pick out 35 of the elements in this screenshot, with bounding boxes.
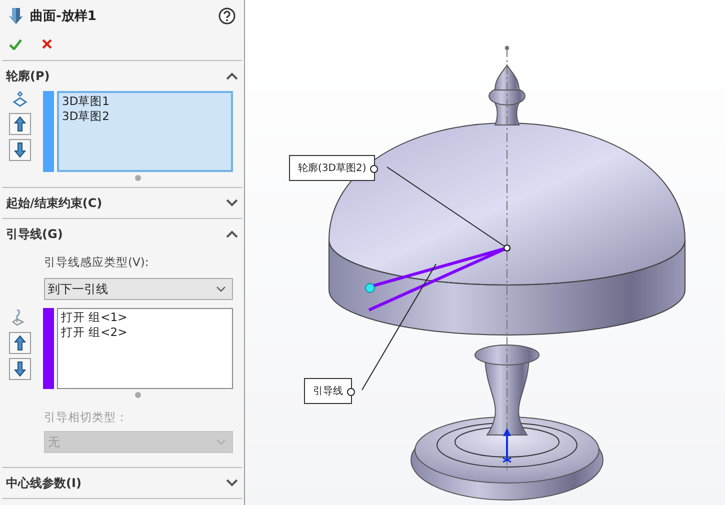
expand-icon[interactable] (226, 479, 238, 487)
callout-label[interactable]: 引导线 (304, 378, 352, 404)
list-item[interactable]: 打开 组<1> (61, 310, 229, 325)
list-item[interactable]: 打开 组<2> (61, 325, 229, 340)
section-header[interactable]: 中心线参数(I) (6, 474, 82, 492)
move-down-button[interactable] (9, 358, 31, 380)
move-down-button[interactable] (9, 139, 31, 161)
list-item[interactable]: 3D草图2 (62, 109, 228, 124)
collapse-icon[interactable] (226, 230, 238, 238)
field-label: 引导相切类型： (44, 410, 129, 425)
close-icon[interactable] (42, 39, 52, 49)
move-up-button[interactable] (9, 332, 31, 354)
list-item[interactable]: 3D草图1 (62, 94, 228, 109)
profile-icon (12, 91, 28, 107)
axis-arrow-icon (502, 428, 512, 463)
anchor-point (370, 165, 378, 173)
selection-list[interactable]: 3D草图1 3D草图2 (57, 91, 233, 172)
feature-icon (8, 7, 24, 25)
resize-handle[interactable] (134, 392, 140, 398)
resize-handle[interactable] (134, 175, 140, 181)
anchor-point (347, 388, 355, 396)
anchor-point (504, 244, 510, 252)
help-icon[interactable] (218, 7, 236, 25)
expand-icon[interactable] (226, 199, 238, 207)
field-label: 引导线感应类型(V): (44, 255, 150, 270)
callout-label[interactable]: 轮廓(3D草图2) (289, 155, 376, 181)
section-header[interactable]: 起始/结束约束(C) (6, 194, 102, 212)
selection-list[interactable]: 打开 组<1> 打开 组<2> (57, 308, 233, 389)
panel-title: 曲面-放样1 (30, 8, 98, 25)
section-header[interactable]: 轮廓(P) (6, 68, 50, 84)
collapse-icon[interactable] (226, 72, 238, 80)
ok-icon[interactable] (9, 38, 22, 50)
influence-type-dropdown[interactable]: 到下一引线 (44, 278, 233, 300)
move-up-button[interactable] (9, 113, 31, 135)
section-header[interactable]: 引导线(G) (6, 226, 63, 242)
